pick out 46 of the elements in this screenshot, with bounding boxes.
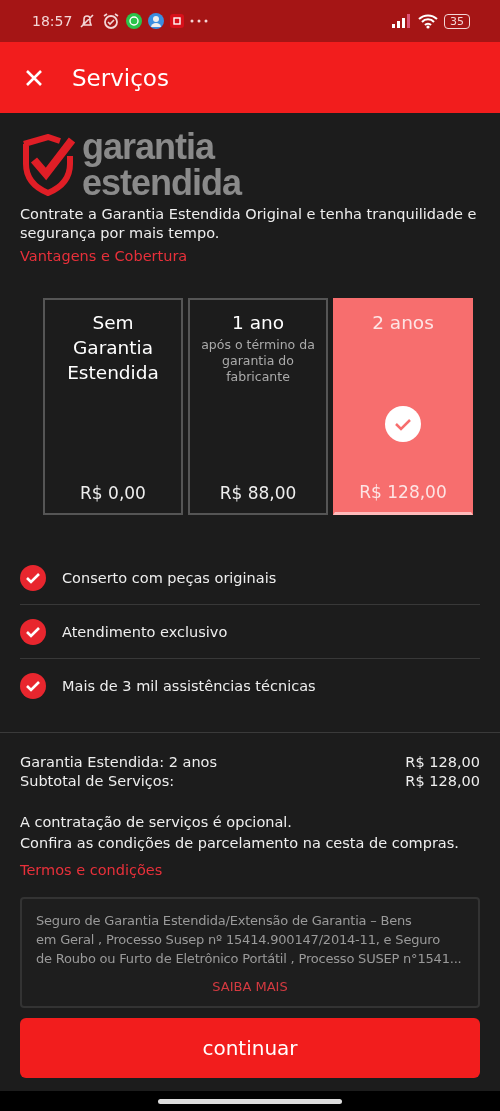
- plan-price: R$ 0,00: [80, 483, 146, 503]
- continue-button[interactable]: continuar: [20, 1018, 480, 1078]
- shield-check-icon: [20, 134, 76, 196]
- home-indicator[interactable]: [158, 1098, 342, 1104]
- check-icon: [20, 672, 46, 699]
- avatar-icon: [148, 13, 165, 29]
- battery-icon: 35: [444, 13, 470, 29]
- plan-card[interactable]: 2 anos R$ 128,00: [333, 298, 473, 515]
- close-icon[interactable]: [24, 67, 44, 88]
- summary-label: Subtotal de Serviços:: [20, 772, 175, 791]
- page-title: Serviços: [72, 64, 169, 91]
- intro-text: Contrate a Garantia Estendida Original e tenha tranquilidade e segurança por mais tempo.: [20, 205, 478, 243]
- check-icon: [20, 564, 46, 591]
- chat-app-icon: [126, 13, 143, 29]
- plan-price: R$ 88,00: [219, 483, 297, 503]
- benefit-text: Mais de 3 mil assistências técnicas: [62, 677, 316, 694]
- summary-value: R$ 128,00: [405, 753, 480, 772]
- plan-subtitle: após o término da garantia do fabricante: [200, 337, 316, 385]
- benefit-text: Atendimento exclusivo: [62, 623, 228, 640]
- check-icon: [385, 405, 421, 442]
- plan-card[interactable]: Sem Garantia Estendida R$ 0,00: [43, 298, 183, 515]
- legal-text: Seguro de Garantia Estendida/Extensão de Garantia – Bens: [36, 912, 413, 930]
- plan-title: Sem Garantia Estendida: [66, 311, 160, 385]
- note-text: Confira as condições de parcelamento na cesta de compras.: [20, 834, 460, 853]
- note-text: A contratação de serviços é opcional.: [20, 813, 293, 832]
- alarm-icon: [102, 12, 121, 30]
- plan-title: 2 anos: [372, 311, 434, 335]
- app-icon: [170, 14, 185, 28]
- more-link[interactable]: SAIBA MAIS: [212, 979, 288, 994]
- benefit-text: Conserto com peças originais: [62, 569, 277, 586]
- more-icon: [190, 18, 209, 24]
- summary-label: Garantia Estendida: 2 anos: [20, 753, 218, 772]
- signal-icon: [392, 14, 412, 28]
- logo-text: garantia: [82, 129, 216, 165]
- plan-price: R$ 128,00: [359, 482, 447, 502]
- plan-title: 1 ano: [232, 311, 284, 335]
- status-time: 18:57: [32, 13, 73, 29]
- terms-link[interactable]: Termos e condições: [20, 862, 163, 878]
- plan-card[interactable]: 1 ano após o término da garantia do fabricante R$ 88,00: [188, 298, 328, 515]
- summary-value: R$ 128,00: [405, 772, 480, 791]
- wifi-icon: [418, 13, 438, 29]
- legal-text: de Roubo ou Furto de Eletrônico Portátil , Processo SUSEP n°1541...: [36, 950, 463, 968]
- legal-text: em Geral , Processo Susep nº 15414.900147/2014-11, e Seguro: [36, 931, 441, 949]
- check-icon: [20, 618, 46, 645]
- mute-icon: [78, 12, 97, 30]
- benefits-link[interactable]: Vantagens e Cobertura: [20, 248, 188, 264]
